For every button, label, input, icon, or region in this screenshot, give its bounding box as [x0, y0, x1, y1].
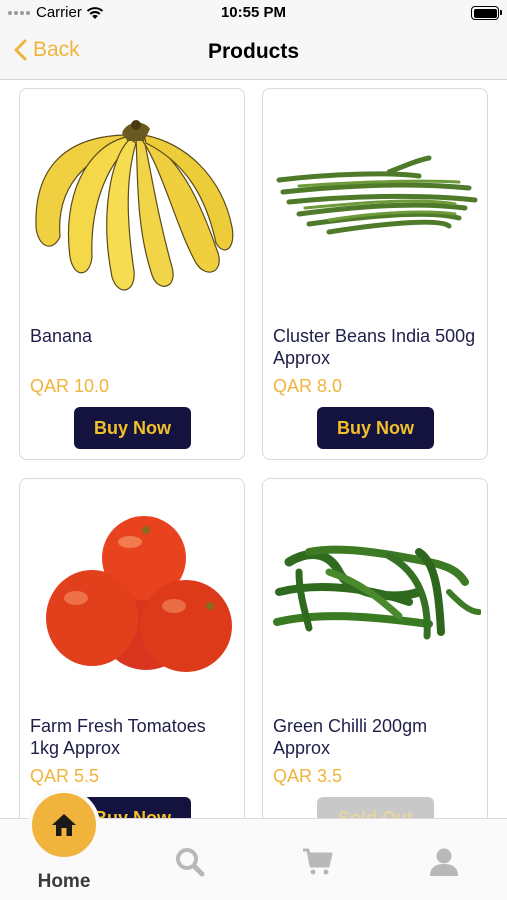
status-time: 10:55 PM [220, 4, 287, 21]
green-chilli-image [273, 545, 481, 640]
product-card[interactable]: Green Chilli 200gm Approx QAR 3.5 Sold O… [262, 478, 488, 818]
page-title: Products [207, 40, 299, 63]
product-image-green-chilli [263, 487, 487, 697]
product-price: QAR 3.5 [273, 766, 343, 786]
sold-out-button[interactable]: Sold Out [317, 797, 434, 818]
cluster-beans-image [276, 155, 478, 235]
buy-now-button[interactable]: Buy Now [74, 407, 191, 449]
product-name: Cluster Beans India 500g Approx [273, 326, 476, 368]
product-image-banana [20, 97, 244, 307]
tab-bar: Home [0, 789, 507, 900]
home-icon [52, 814, 76, 836]
battery-icon [471, 6, 502, 20]
tab-home[interactable] [28, 789, 100, 861]
tab-profile[interactable] [427, 845, 461, 879]
tab-cart[interactable] [300, 845, 334, 879]
status-bar: Carrier 10:55 PM [0, 0, 507, 26]
product-price: QAR 5.5 [30, 766, 100, 786]
banana-image [35, 120, 234, 291]
product-name: Banana [30, 326, 93, 346]
tomatoes-image [46, 516, 232, 672]
product-image-cluster-beans [263, 97, 487, 307]
search-icon [176, 848, 205, 877]
product-card[interactable]: Banana QAR 10.0 Buy Now [19, 88, 245, 460]
product-price: QAR 10.0 [30, 376, 110, 396]
tab-home-label: Home [37, 871, 91, 892]
product-grid: Banana QAR 10.0 Buy Now Cluster Beans In… [0, 80, 507, 818]
product-name: Green Chilli 200gm Approx [273, 716, 428, 758]
product-name: Farm Fresh Tomatoes 1kg Approx [30, 716, 206, 758]
product-card[interactable]: Farm Fresh Tomatoes 1kg Approx QAR 5.5 B… [19, 478, 245, 818]
product-card[interactable]: Cluster Beans India 500g Approx QAR 8.0 … [262, 88, 488, 460]
profile-icon [430, 848, 458, 876]
cart-icon [303, 848, 333, 875]
product-image-tomatoes [20, 487, 244, 697]
navigation-bar: Back Products [0, 26, 507, 80]
tab-search[interactable] [173, 845, 207, 879]
product-price: QAR 8.0 [273, 376, 343, 396]
buy-now-button[interactable]: Buy Now [317, 407, 434, 449]
